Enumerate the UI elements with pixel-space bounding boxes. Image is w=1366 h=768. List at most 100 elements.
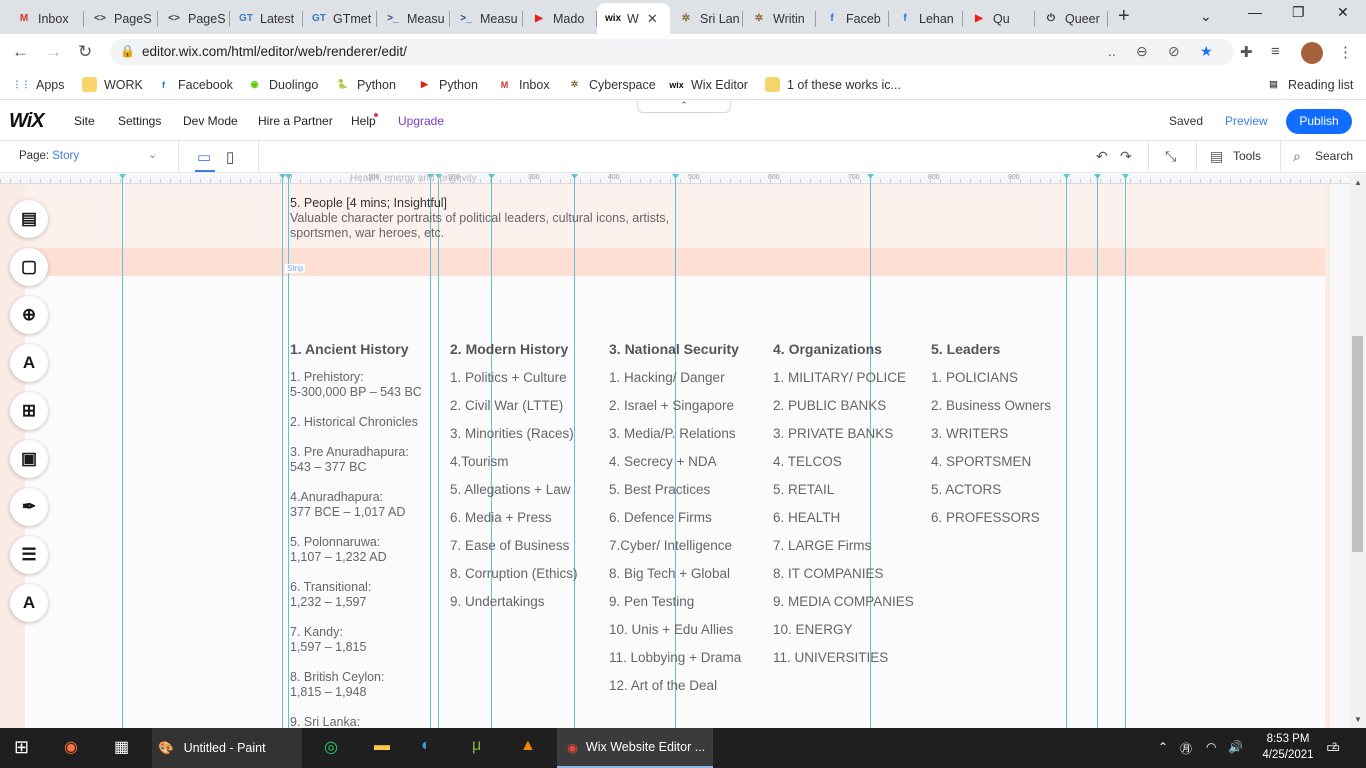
list-item[interactable]: 7. LARGE Firms bbox=[773, 538, 914, 566]
reload-icon[interactable]: ↻ bbox=[78, 42, 92, 62]
list-item[interactable]: 2. PUBLIC BANKS bbox=[773, 398, 914, 426]
vlc-icon[interactable]: ▲ bbox=[520, 737, 536, 755]
list-item[interactable]: 10. ENERGY bbox=[773, 622, 914, 650]
media-queue-icon[interactable]: ≡ bbox=[1271, 43, 1280, 60]
lock-icon[interactable]: 🔒 bbox=[120, 44, 135, 58]
list-item[interactable]: 1. POLICIANS bbox=[931, 370, 1051, 398]
page-selector[interactable]: Page: Story bbox=[19, 150, 79, 162]
new-tab-button[interactable]: + bbox=[1118, 5, 1130, 28]
list-item[interactable]: 1. Prehistory: 5-300,000 BP – 543 BC bbox=[290, 370, 422, 415]
list-item[interactable]: 6. Defence Firms bbox=[609, 510, 741, 538]
list-item[interactable]: 1. Hacking/ Danger bbox=[609, 370, 741, 398]
tray-chevron-icon[interactable]: ⌃ bbox=[1158, 740, 1168, 754]
browser-tab[interactable]: GT Latest bbox=[230, 3, 303, 34]
clock[interactable]: 8:53 PM 4/25/2021 bbox=[1258, 731, 1318, 763]
list-item[interactable]: 6. Transitional: 1,232 – 1,597 bbox=[290, 580, 422, 625]
list-item[interactable]: 4. TELCOS bbox=[773, 454, 914, 482]
reading-list-button[interactable]: ▤ Reading list bbox=[1266, 77, 1353, 92]
extensions-icon[interactable]: ✚ bbox=[1240, 43, 1253, 61]
close-tab-icon[interactable]: ✕ bbox=[647, 11, 658, 27]
list-item[interactable]: 8. Corruption (Ethics) bbox=[450, 566, 578, 594]
layout-guide-line[interactable] bbox=[430, 174, 431, 728]
omnibox[interactable]: 🔒 editor.wix.com/html/editor/web/rendere… bbox=[110, 39, 1234, 65]
search-button[interactable]: Search bbox=[1315, 149, 1353, 163]
list-item[interactable]: 6. PROFESSORS bbox=[931, 510, 1051, 538]
list-item[interactable]: 12. Art of the Deal bbox=[609, 678, 741, 706]
browser-tab[interactable]: ▶ Mado bbox=[523, 3, 597, 34]
utorrent-icon[interactable]: μ bbox=[472, 737, 481, 755]
collapse-topbar-button[interactable]: ⌃ bbox=[637, 101, 731, 113]
hidden-eye-icon[interactable]: ⊘ bbox=[1168, 43, 1180, 60]
back-arrow-icon[interactable]: ← bbox=[12, 42, 29, 62]
browser-tab[interactable]: <> PageS bbox=[158, 3, 230, 34]
list-item[interactable]: 8. IT COMPANIES bbox=[773, 566, 914, 594]
blog-pen-icon[interactable]: ✒ bbox=[10, 488, 48, 526]
list-item[interactable]: 4.Anuradhapura: 377 BCE – 1,017 AD bbox=[290, 490, 422, 535]
bookmark-item[interactable]: f Facebook bbox=[156, 77, 233, 92]
bookmark-item[interactable]: ▶ Python bbox=[417, 77, 478, 92]
firefox-icon[interactable]: ◉ bbox=[64, 737, 78, 757]
list-item[interactable]: 11. UNIVERSITIES bbox=[773, 650, 914, 678]
browser-tab[interactable]: f Faceb bbox=[816, 3, 889, 34]
scroll-down-arrow[interactable]: ▼ bbox=[1354, 715, 1362, 724]
list-item[interactable]: 1. MILITARY/ POLICE bbox=[773, 370, 914, 398]
list-item[interactable]: 7. Kandy: 1,597 – 1,815 bbox=[290, 625, 422, 670]
undo-icon[interactable]: ↶ bbox=[1096, 148, 1108, 165]
whatsapp-icon[interactable]: ◎ bbox=[324, 737, 338, 757]
volume-icon[interactable]: 🔊 bbox=[1228, 740, 1243, 754]
browser-tab[interactable]: wix W ✕ bbox=[597, 3, 670, 34]
tab-search-icon[interactable]: ⌄ bbox=[1200, 8, 1212, 25]
add-elements-icon[interactable]: ⊕ bbox=[10, 296, 48, 334]
menu-help[interactable]: Help bbox=[351, 114, 376, 128]
browser-tab[interactable]: M Inbox bbox=[8, 3, 84, 34]
browser-tab[interactable]: >_ Measu bbox=[377, 3, 450, 34]
file-explorer-icon[interactable]: ▬ bbox=[374, 737, 390, 755]
list-item[interactable]: 2. Israel + Singapore bbox=[609, 398, 741, 426]
forward-arrow-icon[interactable]: → bbox=[45, 42, 62, 62]
desktop-view-icon[interactable]: ▭ bbox=[197, 148, 211, 166]
redo-icon[interactable]: ↷ bbox=[1120, 148, 1132, 165]
search-icon[interactable]: ⌕ bbox=[1293, 148, 1301, 165]
list-item[interactable]: 5. RETAIL bbox=[773, 482, 914, 510]
browser-tab[interactable]: ⏻ Queer bbox=[1035, 3, 1108, 34]
layout-guide-line[interactable] bbox=[1125, 174, 1126, 728]
media-icon[interactable]: ▣ bbox=[10, 440, 48, 478]
list-item[interactable]: 9. Pen Testing bbox=[609, 594, 741, 622]
bookmark-item[interactable]: ⋮⋮ Apps bbox=[13, 77, 65, 92]
list-item[interactable]: 10. Unis + Edu Allies bbox=[609, 622, 741, 650]
bookmark-item[interactable]: 1 of these works ic... bbox=[765, 77, 901, 92]
browser-tab[interactable]: f Lehan bbox=[889, 3, 963, 34]
bookmark-item[interactable]: wix Wix Editor bbox=[669, 77, 748, 92]
bookmark-item[interactable]: ✲ Cyberspace bbox=[567, 77, 656, 92]
list-item[interactable]: 11. Lobbying + Drama bbox=[609, 650, 741, 678]
list-item[interactable]: 9. MEDIA COMPANIES bbox=[773, 594, 914, 622]
list-item[interactable]: 2. Historical Chronicles bbox=[290, 415, 422, 445]
browser-tab[interactable]: <> PageS bbox=[84, 3, 158, 34]
edge-icon[interactable]: ◐ bbox=[421, 737, 431, 755]
list-item[interactable]: 5. Polonnaruwa: 1,107 – 1,232 AD bbox=[290, 535, 422, 580]
layout-guide-line[interactable] bbox=[438, 174, 439, 728]
list-item[interactable]: 8. Big Tech + Global bbox=[609, 566, 741, 594]
windows-start-icon[interactable]: ⊞ bbox=[14, 737, 29, 758]
bookmark-item[interactable]: ◉ Duolingo bbox=[247, 77, 319, 92]
list-item[interactable]: 7. Ease of Business bbox=[450, 538, 578, 566]
menu-dots-icon[interactable]: ⋮ bbox=[1338, 43, 1353, 61]
zoom-out-icon[interactable]: ⤡ bbox=[1165, 148, 1176, 165]
list-item[interactable]: 9. Undertakings bbox=[450, 594, 578, 622]
list-item[interactable]: 5. ACTORS bbox=[931, 482, 1051, 510]
list-item[interactable]: 3. Pre Anuradhapura: 543 – 377 BC bbox=[290, 445, 422, 490]
menu-site[interactable]: Site bbox=[74, 114, 95, 128]
mobile-view-icon[interactable]: ▯ bbox=[226, 148, 234, 166]
layout-guide-line[interactable] bbox=[1097, 174, 1098, 728]
publish-button[interactable]: Publish bbox=[1286, 109, 1352, 134]
list-item[interactable]: 8. British Ceylon: 1,815 – 1,948 bbox=[290, 670, 422, 715]
maximize-button[interactable]: ❐ bbox=[1292, 4, 1305, 21]
cms-list-icon[interactable]: ☰ bbox=[10, 536, 48, 574]
tools-icon[interactable]: ▤ bbox=[1210, 148, 1223, 165]
list-item[interactable]: 5. Allegations + Law bbox=[450, 482, 578, 510]
list-item[interactable]: 4.Tourism bbox=[450, 454, 578, 482]
ime-icon[interactable]: ㊊ bbox=[1180, 740, 1192, 757]
vertical-ruler[interactable] bbox=[1330, 184, 1350, 728]
list-item[interactable]: 2. Civil War (LTTE) bbox=[450, 398, 578, 426]
preview-button[interactable]: Preview bbox=[1225, 114, 1268, 128]
